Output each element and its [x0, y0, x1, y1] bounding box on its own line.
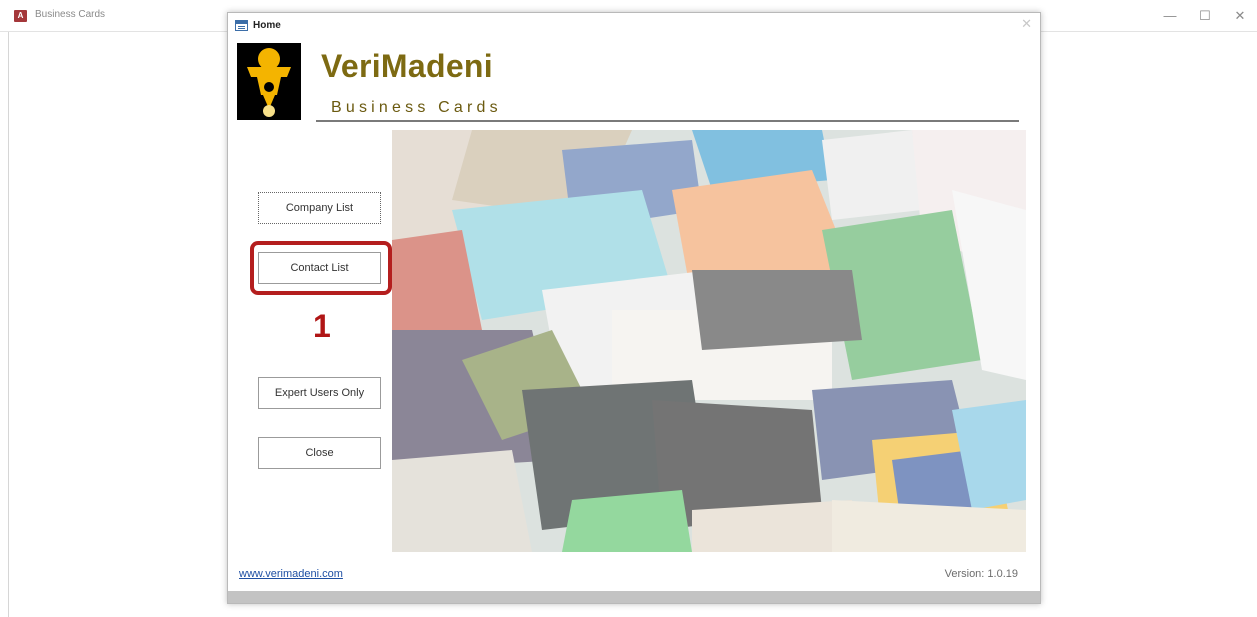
close-app-icon[interactable]: ✕ [1230, 7, 1250, 25]
app-frame-edge [8, 32, 9, 617]
app-title: Business Cards [35, 9, 106, 20]
expert-users-button[interactable]: Expert Users Only [258, 377, 381, 409]
business-cards-image [392, 130, 1026, 552]
step-number-label: 1 [313, 308, 331, 344]
contact-list-highlight [250, 241, 392, 295]
form-icon [235, 20, 248, 31]
close-button[interactable]: Close [258, 437, 381, 469]
website-link[interactable]: www.verimadeni.com [239, 568, 343, 580]
company-list-button[interactable]: Company List [258, 192, 381, 224]
brand-name: VeriMadeni [321, 48, 493, 84]
form-close-icon[interactable]: ✕ [1021, 16, 1032, 32]
access-app-icon: A [14, 10, 27, 22]
form-footer-bar [228, 591, 1040, 603]
header-divider [316, 120, 1019, 122]
home-form: Home ✕ VeriMadeni Business Cards Company… [227, 12, 1041, 604]
form-title: Home [253, 20, 281, 31]
version-label: Version: 1.0.19 [944, 568, 1018, 580]
brand-logo [237, 43, 301, 120]
minimize-icon[interactable]: — [1160, 7, 1180, 25]
brand-subtitle: Business Cards [331, 99, 502, 116]
maximize-icon[interactable]: ☐ [1195, 7, 1215, 25]
